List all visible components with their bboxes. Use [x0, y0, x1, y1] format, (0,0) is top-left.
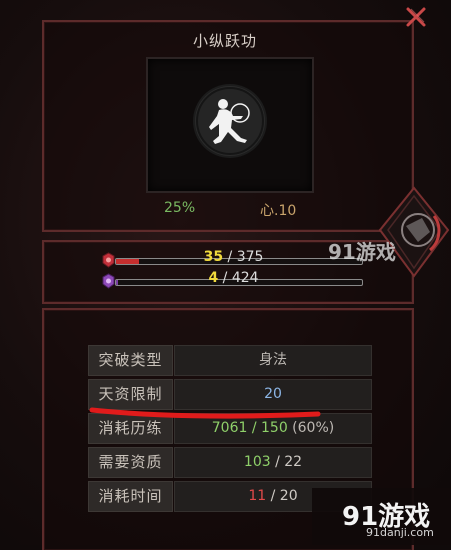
red-underline-annotation [89, 407, 321, 419]
watermark-url: 91danji.com [366, 526, 434, 539]
skill-window: 小纵跃功 25% 心.10 35 / 375 4 / 424 91游戏 突破类型… [0, 0, 451, 550]
